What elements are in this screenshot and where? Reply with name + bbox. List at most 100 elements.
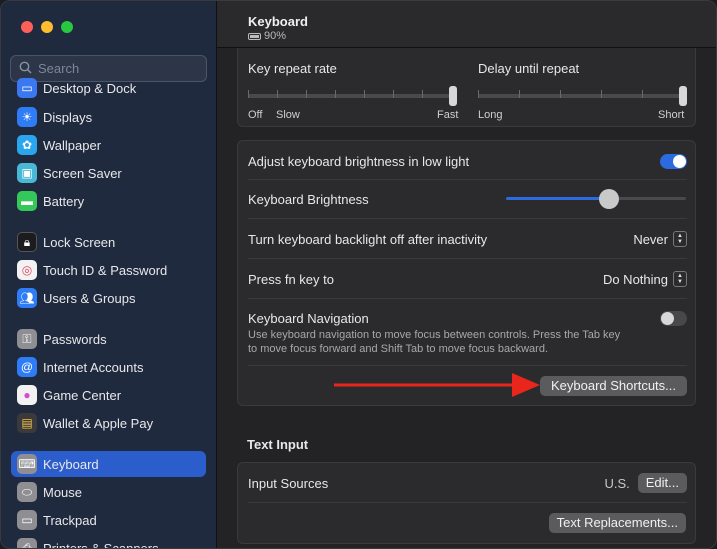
screen-saver-icon: ▣	[17, 163, 37, 183]
divider	[248, 502, 687, 503]
keyboard-brightness-label: Keyboard Brightness	[248, 191, 369, 207]
delay-repeat-label: Delay until repeat	[478, 61, 580, 76]
sidebar-item-label: Printers & Scanners	[43, 540, 159, 549]
sidebar-item-label: Desktop & Dock	[43, 80, 137, 96]
sidebar-item-game-center[interactable]: ● Game Center	[11, 382, 206, 408]
battery-percent: 90%	[264, 30, 287, 42]
sidebar-item-passwords[interactable]: ⚿ Passwords	[11, 326, 206, 352]
divider	[248, 365, 687, 366]
key-repeat-knob[interactable]	[449, 86, 457, 106]
repeat-card: Key repeat rate Delay until repeat Off S…	[237, 48, 696, 127]
adjust-brightness-label: Adjust keyboard brightness in low light	[248, 153, 470, 169]
keyboard-brightness-slider[interactable]	[506, 189, 686, 209]
sidebar-item-label: Users & Groups	[43, 290, 136, 306]
zoom-window-button[interactable]	[61, 21, 73, 33]
key-repeat-label: Key repeat rate	[248, 61, 337, 76]
mouse-icon: ⬭	[17, 482, 37, 502]
text-replacements-button[interactable]: Text Replacements...	[548, 513, 686, 533]
sidebar-item-label: Battery	[43, 193, 85, 209]
sidebar-item-keyboard[interactable]: ⌨ Keyboard	[11, 451, 206, 477]
keyboard-shortcuts-button[interactable]: Keyboard Shortcuts...	[540, 376, 687, 396]
annotation-arrow-icon	[334, 373, 540, 397]
sidebar-item-trackpad[interactable]: ▭ Trackpad	[11, 507, 206, 533]
repeat-fast-label: Fast	[437, 109, 459, 121]
text-input-section-title: Text Input	[247, 437, 309, 452]
main-pane: Keyboard 90% Key repeat rate Delay until…	[217, 1, 716, 548]
backlight-off-value: Never	[633, 231, 668, 247]
sidebar-item-label: Mouse	[43, 484, 83, 500]
main-header: Keyboard 90%	[217, 1, 716, 48]
fn-key-label: Press fn key to	[248, 271, 334, 287]
battery-status: 90%	[248, 30, 286, 42]
sidebar-item-touch-id[interactable]: ◎ Touch ID & Password	[11, 257, 206, 283]
sidebar-item-mouse[interactable]: ⬭ Mouse	[11, 479, 206, 505]
fingerprint-icon: ◎	[17, 260, 37, 280]
sidebar-item-battery[interactable]: ▬ Battery	[11, 188, 206, 214]
fn-key-select[interactable]: Do Nothing ▲ ▼	[603, 271, 687, 287]
sidebar-item-wallet[interactable]: ▤ Wallet & Apple Pay	[11, 410, 206, 436]
wallpaper-icon: ✿	[17, 135, 37, 155]
settings-window: ▭ Desktop & Dock ☀ Displays ✿ Wallpaper …	[0, 0, 717, 549]
fn-key-row: Press fn key to Do Nothing ▲ ▼	[248, 270, 687, 288]
sidebar-item-label: Keyboard	[43, 456, 99, 472]
keyboard-navigation-description: Use keyboard navigation to move focus be…	[248, 328, 678, 356]
nav-description-line: Use keyboard navigation to move focus be…	[248, 329, 621, 341]
delay-short-label: Short	[658, 109, 685, 121]
keyboard-navigation-toggle[interactable]	[660, 310, 687, 326]
trackpad-icon: ▭	[17, 510, 37, 530]
keyboard-navigation-row: Keyboard Navigation	[248, 309, 687, 327]
backlight-off-select[interactable]: Never ▲ ▼	[633, 231, 687, 247]
text-input-card: Input Sources U.S. Edit... Text Replacem…	[237, 462, 696, 544]
sidebar-item-displays[interactable]: ☀ Displays	[11, 104, 206, 130]
minimize-window-button[interactable]	[41, 21, 53, 33]
divider	[248, 179, 687, 180]
stepper-chevrons-icon: ▲ ▼	[673, 231, 687, 247]
repeat-slow-label: Slow	[276, 109, 300, 121]
keyboard-navigation-label: Keyboard Navigation	[248, 310, 369, 326]
divider	[248, 298, 687, 299]
sidebar-item-desktop-dock[interactable]: ▭ Desktop & Dock	[11, 75, 206, 101]
input-sources-controls: U.S. Edit...	[604, 473, 687, 493]
sidebar-item-label: Displays	[43, 109, 93, 125]
divider	[248, 258, 687, 259]
at-icon: @	[17, 357, 37, 377]
sidebar-item-label: Passwords	[43, 331, 107, 347]
battery-icon: ▬	[17, 191, 37, 211]
users-icon: 👥︎	[17, 288, 37, 308]
adjust-brightness-toggle[interactable]	[660, 153, 687, 169]
displays-icon: ☀	[17, 107, 37, 127]
delay-repeat-knob[interactable]	[679, 86, 687, 106]
sidebar-item-wallpaper[interactable]: ✿ Wallpaper	[11, 132, 206, 158]
repeat-off-label: Off	[248, 109, 263, 121]
brightness-knob[interactable]	[599, 189, 619, 209]
sidebar-item-users-groups[interactable]: 👥︎ Users & Groups	[11, 285, 206, 311]
search-input[interactable]	[38, 61, 198, 76]
keyboard-options-card: Adjust keyboard brightness in low light …	[237, 140, 696, 406]
sidebar-item-lock-screen[interactable]: 🔒︎ Lock Screen	[11, 229, 206, 255]
page-title: Keyboard	[248, 14, 308, 29]
printer-icon: ⎙	[17, 538, 37, 548]
sidebar-item-label: Game Center	[43, 387, 122, 403]
input-sources-value: U.S.	[604, 475, 630, 491]
sidebar-item-printers[interactable]: ⎙ Printers & Scanners	[11, 535, 206, 549]
wallet-icon: ▤	[17, 413, 37, 433]
sidebar-item-label: Lock Screen	[43, 234, 116, 250]
divider	[248, 218, 687, 219]
close-window-button[interactable]	[21, 21, 33, 33]
sidebar-item-label: Touch ID & Password	[43, 262, 168, 278]
sidebar-item-screen-saver[interactable]: ▣ Screen Saver	[11, 160, 206, 186]
fn-key-value: Do Nothing	[602, 271, 668, 287]
input-sources-row: Input Sources U.S. Edit...	[248, 473, 687, 493]
edit-input-sources-button[interactable]: Edit...	[637, 473, 687, 493]
sidebar-item-label: Screen Saver	[43, 165, 122, 181]
backlight-off-row: Turn keyboard backlight off after inacti…	[248, 230, 687, 248]
game-center-icon: ●	[17, 385, 37, 405]
battery-level-icon	[248, 32, 261, 40]
window-controls	[21, 21, 73, 33]
stepper-chevrons-icon: ▲ ▼	[673, 271, 687, 287]
adjust-brightness-row: Adjust keyboard brightness in low light	[248, 152, 687, 170]
backlight-off-label: Turn keyboard backlight off after inacti…	[248, 231, 488, 247]
sidebar-item-internet-accounts[interactable]: @ Internet Accounts	[11, 354, 206, 380]
sidebar-item-label: Wallpaper	[43, 137, 102, 153]
delay-long-label: Long	[478, 109, 503, 121]
